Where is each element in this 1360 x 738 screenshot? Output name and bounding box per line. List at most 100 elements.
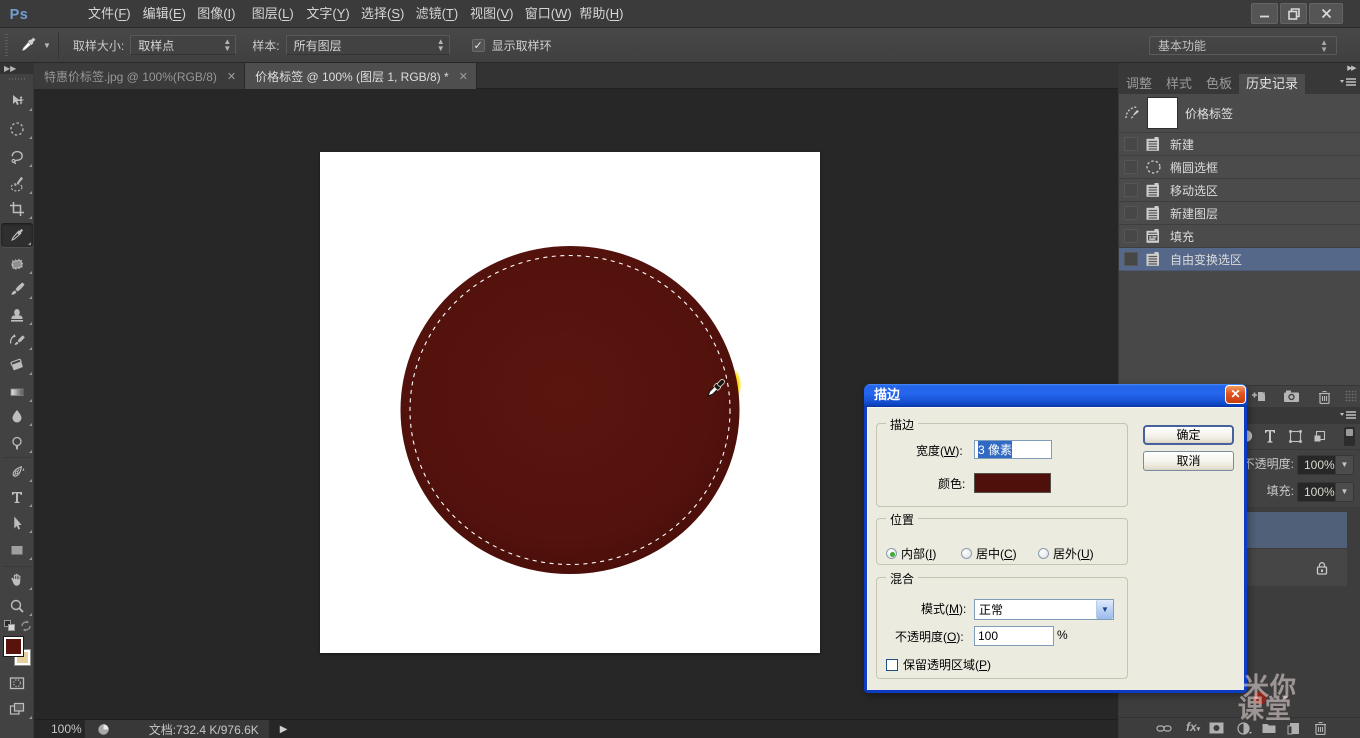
mode-dropdown[interactable]: 正常 ▼: [974, 599, 1114, 620]
menu-item-Y[interactable]: 文字(Y): [306, 0, 361, 28]
tool-history-brush[interactable]: [0, 328, 34, 352]
tool-eraser[interactable]: [0, 353, 34, 377]
cancel-button[interactable]: 取消: [1143, 451, 1234, 471]
tool-hand[interactable]: [0, 568, 34, 592]
panel-tab-调整[interactable]: 调整: [1119, 74, 1159, 94]
panel-resize-grip[interactable]: [1345, 390, 1358, 403]
history-brush-well[interactable]: [1124, 206, 1138, 220]
history-snapshot-row[interactable]: 价格标签: [1119, 94, 1360, 133]
ok-button[interactable]: 确定: [1143, 425, 1234, 445]
filter-smart-object-icon[interactable]: [1312, 429, 1327, 444]
workspace-switcher[interactable]: 基本功能 ▲▼: [1149, 36, 1337, 55]
dialog-title-bar[interactable]: 描边 ✕: [864, 384, 1247, 407]
menu-item-I[interactable]: 图像(I): [197, 0, 252, 28]
layers-panel-menu-icon[interactable]: [1340, 411, 1356, 421]
tool-eyedropper[interactable]: [1, 223, 33, 247]
document-tab-1[interactable]: 特惠价标签.jpg @ 100%(RGB/8)✕: [34, 63, 245, 89]
tool-type[interactable]: [0, 485, 34, 509]
radio-I[interactable]: 内部(I): [886, 545, 961, 562]
document-canvas[interactable]: [320, 152, 820, 653]
panel-tab-样式[interactable]: 样式: [1159, 74, 1199, 94]
snapshot-thumbnail[interactable]: [1147, 97, 1178, 129]
show-sampling-ring-checkbox[interactable]: ✓ 显示取样环: [472, 37, 552, 54]
collapse-panels-icon[interactable]: ▶▶: [1347, 64, 1355, 72]
sample-select[interactable]: 所有图层 ▲▼: [286, 35, 450, 55]
history-state-移动选区[interactable]: 移动选区: [1119, 179, 1360, 202]
history-brush-well[interactable]: [1124, 229, 1138, 243]
menu-item-L[interactable]: 图层(L): [252, 0, 307, 28]
tool-pen[interactable]: [0, 460, 34, 484]
history-brush-source-icon[interactable]: [1124, 105, 1141, 121]
foreground-color-swatch[interactable]: [3, 636, 24, 657]
tool-blur[interactable]: [0, 404, 34, 428]
restore-button[interactable]: [1280, 3, 1307, 24]
tool-gradient[interactable]: [0, 380, 34, 404]
swap-colors-icon[interactable]: [20, 620, 32, 632]
filter-toggle-switch[interactable]: [1344, 427, 1355, 446]
menu-item-V[interactable]: 视图(V): [470, 0, 525, 28]
preserve-transparency-checkbox[interactable]: 保留透明区域(P): [886, 656, 991, 673]
add-mask-icon[interactable]: [1209, 722, 1224, 734]
tab-close-icon[interactable]: ✕: [227, 70, 236, 83]
new-doc-from-state-icon[interactable]: [1251, 390, 1267, 404]
tool-quick-select[interactable]: [0, 172, 34, 196]
tools-collapse-button[interactable]: ▶▶: [0, 63, 34, 74]
mode-dropdown-button[interactable]: ▼: [1096, 600, 1113, 619]
tool-lasso[interactable]: [0, 145, 34, 169]
menu-item-T[interactable]: 滤镜(T): [416, 0, 471, 28]
panel-tab-历史记录[interactable]: 历史记录: [1239, 74, 1305, 94]
minimize-button[interactable]: [1251, 3, 1278, 24]
screen-mode-button[interactable]: [0, 697, 34, 721]
layer-effects-icon[interactable]: fx▾: [1186, 720, 1200, 737]
history-state-填充[interactable]: 填充: [1119, 225, 1360, 248]
document-tab-2[interactable]: 价格标签 @ 100% (图层 1, RGB/8) *✕: [245, 63, 477, 89]
history-state-椭圆选框[interactable]: 椭圆选框: [1119, 156, 1360, 179]
tool-move[interactable]: [0, 89, 34, 113]
delete-state-trash-icon[interactable]: [1318, 390, 1331, 404]
fill-dropdown-arrow[interactable]: ▼: [1335, 483, 1353, 501]
stroke-color-swatch[interactable]: [974, 473, 1051, 493]
delete-layer-trash-icon[interactable]: [1314, 721, 1327, 735]
status-flyout-arrow[interactable]: ▶: [280, 724, 288, 735]
menu-item-E[interactable]: 编辑(E): [143, 0, 198, 28]
history-state-新建[interactable]: 新建: [1119, 133, 1360, 156]
tool-zoom[interactable]: [0, 594, 34, 618]
current-tool-button[interactable]: ▼: [17, 34, 51, 56]
tool-crop[interactable]: [0, 197, 34, 221]
history-state-自由变换选区[interactable]: 自由变换选区: [1119, 248, 1360, 271]
tab-close-icon[interactable]: ✕: [459, 70, 468, 83]
new-snapshot-icon[interactable]: [1283, 390, 1301, 403]
filter-type-layers-icon[interactable]: [1264, 429, 1276, 443]
history-brush-well[interactable]: [1124, 137, 1138, 151]
close-button[interactable]: [1309, 3, 1343, 24]
menu-item-F[interactable]: 文件(F): [88, 0, 143, 28]
tool-marquee-ellipse[interactable]: [0, 117, 34, 141]
tool-spot-heal[interactable]: [0, 252, 34, 276]
tool-dodge[interactable]: [0, 431, 34, 455]
history-brush-well[interactable]: [1124, 160, 1138, 174]
zoom-level[interactable]: 100%: [51, 722, 82, 736]
quick-mask-button[interactable]: [0, 671, 34, 695]
menu-item-H[interactable]: 帮助(H): [579, 0, 634, 28]
opacity-dropdown-arrow[interactable]: ▼: [1335, 456, 1353, 474]
history-panel-menu-icon[interactable]: [1340, 78, 1356, 88]
tool-clone-stamp[interactable]: [0, 303, 34, 327]
width-input[interactable]: 3 像素: [974, 440, 1052, 459]
panel-tab-色板[interactable]: 色板: [1199, 74, 1239, 94]
fill-control[interactable]: 100% ▼: [1297, 482, 1354, 502]
opacity-control[interactable]: 100% ▼: [1297, 455, 1354, 475]
tool-path-select[interactable]: [0, 511, 34, 535]
sample-size-select[interactable]: 取样点 ▲▼: [130, 35, 236, 55]
radio-C[interactable]: 居中(C): [961, 545, 1038, 562]
filter-shape-layers-icon[interactable]: [1288, 429, 1303, 444]
menu-item-S[interactable]: 选择(S): [361, 0, 416, 28]
tool-shape-rect[interactable]: [0, 538, 34, 562]
dialog-opacity-input[interactable]: 100: [974, 626, 1054, 646]
tool-brush[interactable]: [0, 277, 34, 301]
dialog-close-button[interactable]: ✕: [1225, 385, 1246, 404]
history-brush-well[interactable]: [1124, 252, 1138, 266]
history-brush-well[interactable]: [1124, 183, 1138, 197]
menu-item-W[interactable]: 窗口(W): [525, 0, 580, 28]
history-state-新建图层[interactable]: 新建图层: [1119, 202, 1360, 225]
radio-U[interactable]: 居外(U): [1038, 545, 1094, 562]
